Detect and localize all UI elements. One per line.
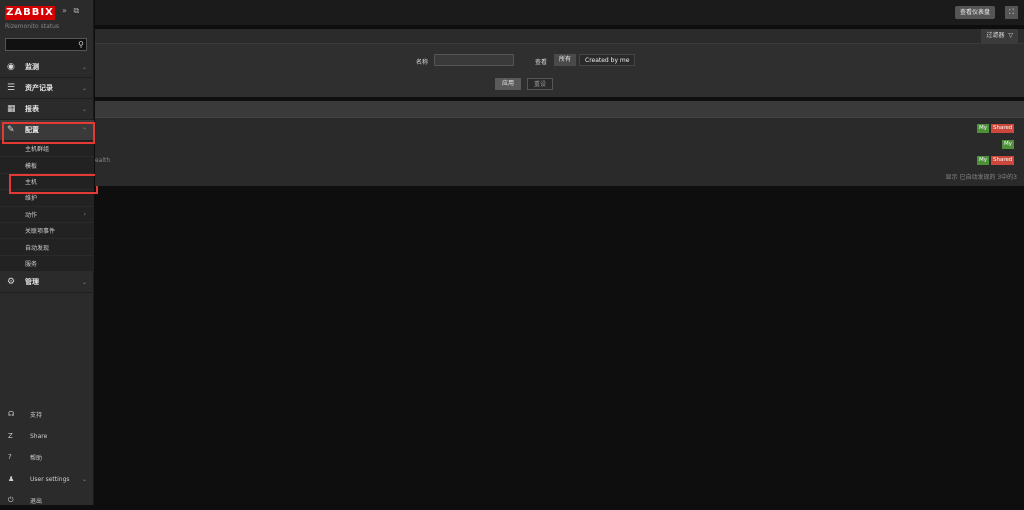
filter-tab[interactable]: 过滤器 ▽ — [981, 29, 1018, 43]
name-label: 名称 — [416, 59, 429, 66]
menu-item-sign-out[interactable]: ⏻ 退出 — [0, 490, 94, 510]
badge-my: My — [977, 156, 990, 165]
support-icon: ☊ — [8, 410, 15, 418]
fullscreen-icon[interactable]: ⛶ — [1005, 6, 1018, 19]
zabbix-logo[interactable]: ZABBIX — [5, 6, 55, 20]
submenu-services[interactable]: 服务 — [0, 256, 94, 273]
gear-icon: ⚙ — [7, 277, 16, 288]
menu-item-user-settings[interactable]: ♟ User settings ⌄ — [0, 469, 94, 489]
wrench-icon: ✎ — [7, 125, 15, 135]
submenu-templates[interactable]: 模板 — [0, 157, 94, 174]
configuration-submenu: 主机群组 模板 主机 维护 动作 › 关联项事件 自动发现 服务 — [0, 141, 94, 273]
filter-panel: 过滤器 ▽ 名称 查看 所有 Created by me 应用 重设 — [95, 29, 1024, 97]
menu-item-inventory[interactable]: ☰ 资产记录 ⌄ — [0, 78, 94, 99]
chevron-up-icon: ⌃ — [81, 126, 87, 134]
reports-icon: ▦ — [7, 104, 16, 114]
badge-my: My — [977, 124, 990, 133]
eye-icon: ◉ — [7, 62, 15, 72]
filter-tab-label: 过滤器 — [986, 32, 1005, 39]
filter-form: 名称 查看 所有 Created by me 应用 重设 — [95, 43, 1024, 97]
kiosk-mode-icon[interactable]: ⧉ — [73, 6, 79, 15]
menu-item-label: 帮助 — [30, 454, 43, 462]
submenu-actions[interactable]: 动作 › — [0, 207, 94, 223]
view-label: 查看 — [535, 59, 548, 66]
collapse-sidebar-icon[interactable]: » — [62, 6, 67, 15]
menu-item-configuration[interactable]: ✎ 配置 ⌃ — [0, 120, 94, 141]
view-created-by-me-toggle[interactable]: Created by me — [579, 54, 636, 66]
row-name-fragment[interactable]: ealth — [95, 157, 110, 164]
help-icon: ? — [8, 453, 12, 461]
reset-button[interactable]: 重设 — [527, 78, 553, 90]
chevron-down-icon: ⌄ — [81, 84, 87, 92]
main-content: 查看仪表盘 ⛶ 过滤器 ▽ 名称 查看 所有 Created by me 应用 重… — [95, 0, 1024, 505]
menu-item-label: User settings — [30, 475, 70, 483]
chevron-down-icon: ⌄ — [81, 278, 87, 286]
chevron-down-icon: ⌄ — [81, 475, 87, 483]
menu-item-share[interactable]: Z Share — [0, 426, 94, 446]
menu-item-help[interactable]: ? 帮助 — [0, 447, 94, 467]
submenu-host-groups[interactable]: 主机群组 — [0, 141, 94, 158]
pagination-summary: 显示 已自动发现的 3中的3 — [945, 174, 1017, 181]
chevron-down-icon: ⌄ — [81, 63, 87, 71]
search-input[interactable]: ⚲ — [5, 38, 87, 51]
name-input[interactable] — [434, 54, 514, 66]
menu-item-support[interactable]: ☊ 支持 — [0, 404, 94, 424]
page-header: 查看仪表盘 ⛶ — [95, 0, 1024, 25]
sidebar-controls: » ⧉ — [62, 6, 83, 16]
menu-item-reports[interactable]: ▦ 报表 ⌄ — [0, 99, 94, 120]
submenu-label: 动作 — [25, 211, 38, 219]
badge-my: My — [1002, 140, 1015, 149]
list-icon: ☰ — [7, 83, 16, 93]
main-menu: ◉ 监测 ⌄ ☰ 资产记录 ⌄ ▦ 报表 ⌄ ✎ 配置 ⌃ 主机群组 模板 主机… — [0, 57, 94, 294]
submenu-event-correlation[interactable]: 关联项事件 — [0, 223, 94, 240]
menu-item-label: 监测 — [25, 63, 39, 71]
badge-shared: Shared — [991, 156, 1015, 165]
view-all-toggle[interactable]: 所有 — [554, 54, 577, 66]
submenu-discovery[interactable]: 自动发现 — [0, 239, 94, 256]
submenu-hosts[interactable]: 主机 — [0, 174, 94, 191]
sidebar: ZABBIX » ⧉ Rizemonito status ⚲ ◉ 监测 ⌄ ☰ … — [0, 0, 98, 505]
apply-button[interactable]: 应用 — [495, 78, 521, 90]
menu-item-label: 报表 — [25, 105, 39, 113]
menu-item-monitoring[interactable]: ◉ 监测 ⌄ — [0, 57, 94, 78]
dashboard-list: My Shared My ealth My Shared 显示 已自动发现的 3… — [95, 117, 1024, 186]
menu-item-label: 配置 — [25, 126, 39, 134]
server-name: Rizemonito status — [5, 23, 60, 30]
badge-shared: Shared — [991, 124, 1015, 133]
menu-item-label: 支持 — [30, 411, 43, 419]
menu-item-label: Share — [30, 432, 48, 440]
filter-icon: ▽ — [1008, 32, 1013, 39]
menu-item-label: 管理 — [25, 278, 39, 287]
menu-item-administration[interactable]: ⚙ 管理 ⌄ — [0, 272, 94, 294]
submenu-maintenance[interactable]: 维护 — [0, 190, 94, 207]
menu-item-label: 退出 — [30, 497, 43, 505]
power-icon: ⏻ — [8, 495, 14, 504]
menu-item-label: 资产记录 — [25, 84, 53, 92]
view-dashboards-button[interactable]: 查看仪表盘 — [955, 6, 995, 19]
search-icon[interactable]: ⚲ — [78, 40, 84, 49]
user-icon: ♟ — [8, 475, 15, 483]
chevron-down-icon: ⌄ — [81, 105, 87, 113]
list-header — [95, 101, 1024, 117]
chevron-right-icon: › — [83, 210, 86, 218]
share-icon: Z — [8, 432, 13, 440]
